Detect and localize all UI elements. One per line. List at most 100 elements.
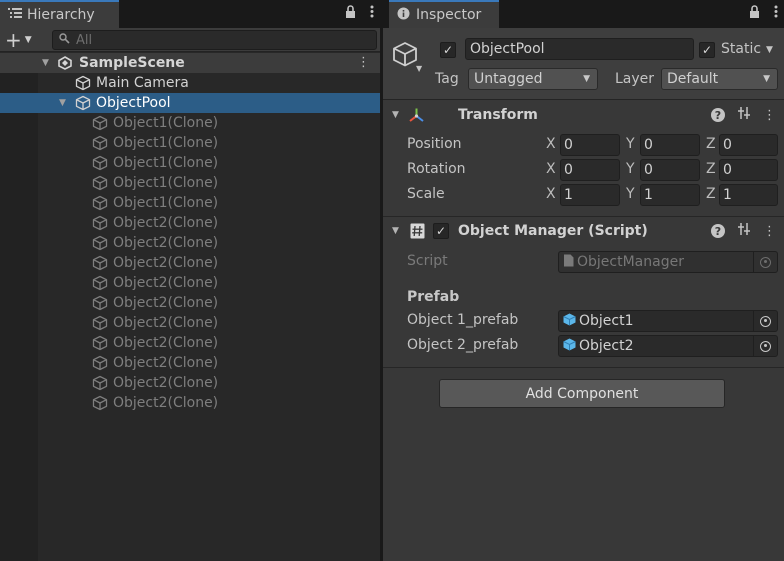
hierarchy-object-row[interactable]: Main Camera — [0, 73, 380, 93]
hierarchy-clone-row[interactable]: Object2(Clone) — [0, 393, 380, 413]
axis-y-label[interactable]: Y — [626, 186, 635, 202]
prefab-object-field[interactable]: Object1 — [558, 310, 778, 332]
hierarchy-clone-row[interactable]: Object2(Clone) — [0, 373, 380, 393]
hierarchy-clone-row[interactable]: Object1(Clone) — [0, 133, 380, 153]
hierarchy-item-label: Object2(Clone) — [113, 275, 219, 291]
gameobject-cube-icon — [75, 75, 91, 91]
transform-scale-z-field[interactable]: 1 — [719, 184, 778, 206]
prefab-object-value: Object1 — [579, 313, 634, 329]
object-name-field[interactable]: ObjectPool — [465, 38, 694, 60]
gameobject-cube-icon — [75, 95, 91, 111]
search-input[interactable] — [76, 32, 356, 48]
kebab-menu-icon[interactable] — [774, 5, 778, 22]
transform-scale-y-field[interactable]: 1 — [640, 184, 700, 206]
preset-sliders-icon[interactable] — [737, 222, 751, 240]
hierarchy-clone-row[interactable]: Object1(Clone) — [0, 113, 380, 133]
axis-z-label[interactable]: Z — [706, 136, 716, 152]
active-checkbox[interactable]: ✓ — [440, 42, 456, 58]
lock-icon[interactable] — [749, 5, 760, 22]
search-icon — [59, 32, 70, 48]
axis-y-label[interactable]: Y — [626, 161, 635, 177]
transform-rotation-y-field[interactable]: 0 — [640, 159, 700, 181]
static-chevron-down-icon[interactable]: ▼ — [766, 45, 773, 55]
hierarchy-clone-row[interactable]: Object2(Clone) — [0, 273, 380, 293]
prefab-object-value: Object2 — [579, 338, 634, 354]
layer-value: Default — [667, 71, 719, 87]
inspector-tabbar: Inspector — [383, 0, 784, 28]
script-enabled-checkbox[interactable]: ✓ — [433, 223, 449, 239]
hierarchy-item-label: Object1(Clone) — [113, 175, 219, 191]
hierarchy-tree: ▼ SampleScene ⋮ Main Camera ▼ ObjectPool Ob… — [0, 53, 380, 413]
prefab-field-label: Object 2_prefab — [407, 337, 519, 353]
transform-position-z-field[interactable]: 0 — [719, 134, 778, 156]
transform-position-x-field[interactable]: 0 — [560, 134, 620, 156]
hierarchy-item-label: Object2(Clone) — [113, 355, 219, 371]
axis-z-label[interactable]: Z — [706, 161, 716, 177]
hierarchy-clone-row[interactable]: Object2(Clone) — [0, 213, 380, 233]
prefab-cube-icon — [563, 338, 576, 355]
lock-icon[interactable] — [345, 5, 356, 22]
gameobject-cube-icon — [92, 275, 108, 291]
hierarchy-clone-row[interactable]: Object1(Clone) — [0, 173, 380, 193]
tag-dropdown[interactable]: Untagged ▼ — [468, 68, 598, 90]
hierarchy-clone-row[interactable]: Object2(Clone) — [0, 253, 380, 273]
component-separator — [383, 367, 784, 368]
transform-position-label: Position — [407, 136, 462, 152]
gameobject-cube-icon — [92, 155, 108, 171]
kebab-menu-icon[interactable] — [370, 5, 374, 22]
scene-row[interactable]: ▼ SampleScene ⋮ — [0, 53, 380, 73]
transform-header[interactable]: ▼ Transform ? ⋮ — [383, 101, 784, 129]
help-icon[interactable]: ? — [711, 108, 725, 122]
hierarchy-clone-row[interactable]: Object2(Clone) — [0, 353, 380, 373]
fold-arrow-icon[interactable]: ▼ — [392, 110, 399, 120]
object-picker-icon[interactable] — [753, 311, 777, 331]
expand-arrow-icon[interactable]: ▼ — [42, 58, 49, 68]
gameobject-cube-icon[interactable] — [391, 40, 419, 72]
hierarchy-tab[interactable]: Hierarchy — [0, 0, 119, 28]
gameobject-cube-icon — [92, 355, 108, 371]
transform-rotation-x-field[interactable]: 0 — [560, 159, 620, 181]
script-component-header[interactable]: ▼ ✓ Object Manager (Script) ? ⋮ — [383, 217, 784, 245]
hierarchy-item-label: Object1(Clone) — [113, 135, 219, 151]
hierarchy-clone-row[interactable]: Object2(Clone) — [0, 333, 380, 353]
hierarchy-clone-row[interactable]: Object2(Clone) — [0, 233, 380, 253]
create-button[interactable]: + ▼ — [5, 30, 41, 50]
hierarchy-search[interactable] — [52, 30, 377, 50]
axis-x-label[interactable]: X — [546, 161, 556, 177]
transform-scale-x-field[interactable]: 1 — [560, 184, 620, 206]
prefab-section-label: Prefab — [407, 289, 460, 305]
transform-tools: ? ⋮ — [711, 106, 776, 124]
fold-arrow-icon[interactable]: ▼ — [392, 226, 399, 236]
transform-rotation-z-field[interactable]: 0 — [719, 159, 778, 181]
expand-arrow-icon[interactable]: ▼ — [59, 98, 66, 108]
axis-y-label[interactable]: Y — [626, 136, 635, 152]
hierarchy-item-label: ObjectPool — [96, 95, 171, 111]
hierarchy-object-row[interactable]: ▼ ObjectPool — [0, 93, 380, 113]
scene-kebab-icon[interactable]: ⋮ — [357, 55, 370, 70]
static-checkbox[interactable]: ✓ — [699, 42, 715, 58]
object-picker-icon[interactable] — [753, 336, 777, 356]
preset-sliders-icon[interactable] — [737, 106, 751, 124]
kebab-menu-icon[interactable]: ⋮ — [763, 108, 776, 123]
hierarchy-clone-row[interactable]: Object1(Clone) — [0, 193, 380, 213]
axis-z-label[interactable]: Z — [706, 186, 716, 202]
prefab-field-label: Object 1_prefab — [407, 312, 519, 328]
prefab-object-field[interactable]: Object2 — [558, 335, 778, 357]
scene-name: SampleScene — [79, 55, 185, 71]
script-hash-icon — [410, 223, 425, 243]
hierarchy-clone-row[interactable]: Object2(Clone) — [0, 293, 380, 313]
static-label[interactable]: Static — [721, 41, 761, 57]
axis-x-label[interactable]: X — [546, 136, 556, 152]
transform-position-y-field[interactable]: 0 — [640, 134, 700, 156]
add-component-button[interactable]: Add Component — [439, 379, 725, 408]
hierarchy-clone-row[interactable]: Object1(Clone) — [0, 153, 380, 173]
icon-chevron-down-icon[interactable]: ▼ — [416, 64, 422, 73]
hierarchy-item-label: Object2(Clone) — [113, 215, 219, 231]
axis-x-label[interactable]: X — [546, 186, 556, 202]
gameobject-cube-icon — [92, 235, 108, 251]
layer-dropdown[interactable]: Default ▼ — [661, 68, 778, 90]
inspector-tab[interactable]: Inspector — [389, 0, 499, 28]
kebab-menu-icon[interactable]: ⋮ — [763, 224, 776, 239]
help-icon[interactable]: ? — [711, 224, 725, 238]
hierarchy-clone-row[interactable]: Object2(Clone) — [0, 313, 380, 333]
